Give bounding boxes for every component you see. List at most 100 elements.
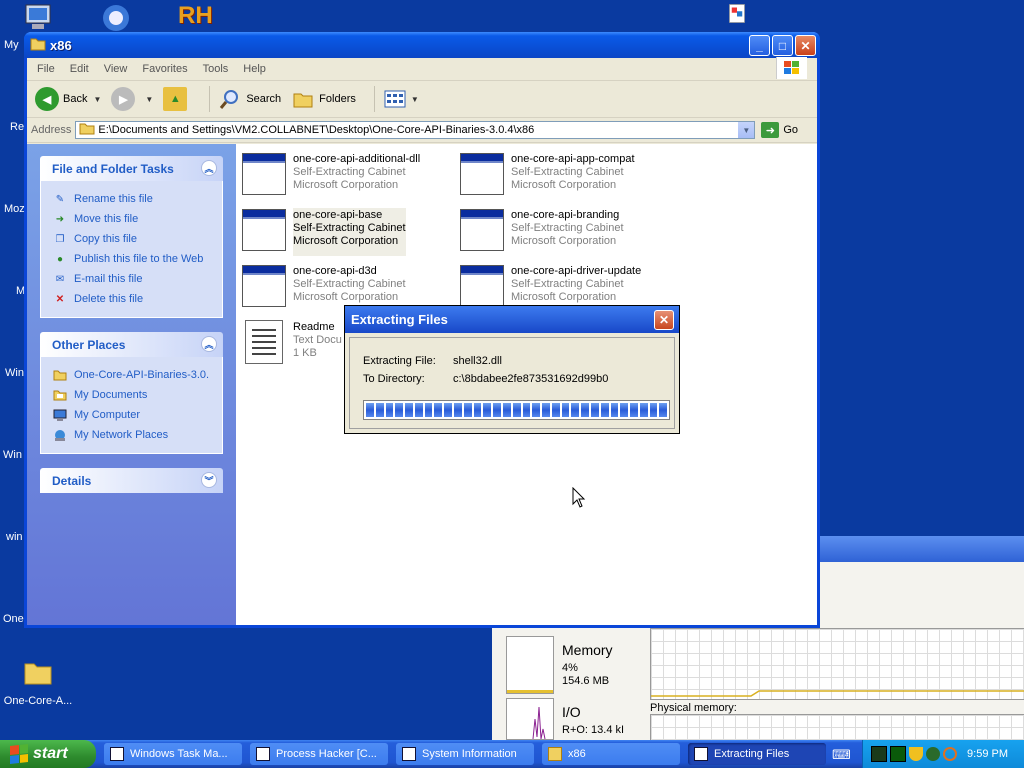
extracting-files-dialog[interactable]: Extracting Files ✕ Extracting File: shel… (344, 305, 680, 434)
office-desktop-icon[interactable] (728, 2, 752, 31)
progress-block (620, 403, 629, 417)
minimize-button[interactable]: _ (749, 35, 770, 56)
maximize-button[interactable]: □ (772, 35, 793, 56)
taskbar-button-process-hacker[interactable]: Process Hacker [C... (250, 743, 388, 765)
task-copy[interactable]: ❐ Copy this file (53, 229, 212, 249)
progress-block (512, 403, 521, 417)
file-company: Microsoft Corporation (293, 179, 399, 191)
clock: 9:59 PM (967, 748, 1008, 760)
taskbar-button-task-manager[interactable]: Windows Task Ma... (104, 743, 242, 765)
file-type: Self-Extracting Cabinet (511, 166, 624, 178)
menu-view[interactable]: View (104, 63, 128, 75)
start-button[interactable]: start (0, 740, 96, 768)
menu-favorites[interactable]: Favorites (142, 63, 187, 75)
progress-block (444, 403, 453, 417)
close-button[interactable]: ✕ (795, 35, 816, 56)
explorer-titlebar[interactable]: x86 _ □ ✕ (24, 32, 820, 58)
place-my-network[interactable]: My Network Places (53, 425, 212, 445)
file-item[interactable]: one-core-api-app-compat Self-Extracting C… (459, 152, 635, 200)
monitor-tray-icon[interactable] (871, 746, 887, 762)
one-core-folder-label: One-Core-A... (3, 695, 73, 707)
menu-help[interactable]: Help (243, 63, 266, 75)
file-company: Microsoft Corporation (293, 235, 399, 247)
mouse-cursor-icon (572, 486, 586, 512)
forward-button[interactable]: ▶ ▼ (111, 87, 153, 111)
folder-icon (79, 122, 95, 138)
views-icon (383, 87, 407, 111)
physical-memory-graph (650, 714, 1024, 742)
collapse-chevron-icon[interactable]: ︽ (201, 336, 217, 352)
desktop-edge-label: One (3, 613, 24, 625)
folders-button[interactable]: Folders (291, 87, 356, 111)
cpu-graph-tray-icon[interactable] (890, 746, 906, 762)
rh-desktop-icon[interactable]: RH (178, 2, 213, 30)
go-button[interactable]: ➜ Go (761, 122, 798, 138)
keyboard-icon[interactable]: ⌨ (832, 747, 851, 763)
search-icon (218, 87, 242, 111)
views-button[interactable]: ▼ (383, 87, 419, 111)
dialog-titlebar[interactable]: Extracting Files ✕ (345, 306, 679, 333)
shield-tray-icon[interactable] (909, 747, 923, 761)
task-move[interactable]: ➜ Move this file (53, 209, 212, 229)
taskbar-button-x86[interactable]: x86 (542, 743, 680, 765)
expand-chevron-icon[interactable]: ︾ (201, 472, 217, 488)
file-name: one-core-api-driver-update (511, 265, 642, 277)
search-button[interactable]: Search (218, 87, 281, 111)
cabinet-exe-icon (241, 264, 287, 308)
task-publish[interactable]: ● Publish this file to the Web (53, 249, 212, 269)
panel-header[interactable]: File and Folder Tasks ︽ (40, 156, 223, 181)
file-item[interactable]: one-core-api-additional-dll Self-Extracti… (241, 152, 420, 200)
task-email[interactable]: ✉ E-mail this file (53, 269, 212, 289)
panel-title: Other Places (52, 337, 126, 352)
up-folder-button[interactable]: ▲ (163, 87, 191, 111)
menubar: File Edit View Favorites Tools Help (27, 57, 817, 81)
go-label: Go (783, 124, 799, 136)
back-label: Back (63, 93, 88, 105)
address-input[interactable]: E:\Documents and Settings\VM2.COLLABNET\… (75, 121, 756, 139)
system-information-icon (402, 747, 416, 761)
chevron-down-icon[interactable]: ▼ (738, 122, 755, 138)
panel-header[interactable]: Other Places ︽ (40, 332, 223, 357)
network-tray-icon[interactable] (926, 747, 940, 761)
desktop-edge-label: My (4, 39, 19, 51)
chevron-down-icon[interactable]: ▼ (93, 95, 101, 104)
memory-history-graph (650, 628, 1024, 700)
place-my-documents[interactable]: My Documents (53, 385, 212, 405)
file-item-selected[interactable]: one-core-api-base Self-Extracting Cabinet… (241, 208, 406, 256)
task-rename[interactable]: ✎ Rename this file (53, 189, 212, 209)
chevron-down-icon[interactable]: ▼ (411, 95, 419, 104)
progress-block (493, 403, 501, 417)
progress-block (659, 403, 668, 417)
file-item[interactable]: Readme Text Docu 1 KB (241, 320, 342, 368)
menu-file[interactable]: File (37, 63, 55, 75)
menu-edit[interactable]: Edit (70, 63, 89, 75)
desktop-edge-label: Win (3, 449, 22, 461)
file-item[interactable]: one-core-api-branding Self-Extracting Cab… (459, 208, 624, 256)
file-name: one-core-api-branding (511, 209, 620, 221)
place-my-computer[interactable]: My Computer (53, 405, 212, 425)
panel-header[interactable]: Details ︾ (40, 468, 223, 493)
file-name: Readme (293, 321, 335, 333)
progress-block (571, 403, 580, 417)
collapse-chevron-icon[interactable]: ︽ (201, 160, 217, 176)
file-name: one-core-api-base (293, 209, 383, 221)
progress-block (434, 403, 443, 417)
to-directory-label: To Directory: (363, 373, 425, 385)
search-label: Search (246, 93, 282, 105)
taskbar-button-label: Process Hacker [C... (276, 748, 377, 760)
place-parent-folder[interactable]: One-Core-API-Binaries-3.0. (53, 365, 212, 385)
menu-tools[interactable]: Tools (203, 63, 229, 75)
extracting-file-value: shell32.dll (453, 355, 502, 367)
one-core-folder-desktop-icon[interactable]: One-Core-A... (2, 656, 74, 707)
desktop-edge-label: win (6, 531, 23, 543)
desktop-edge-label: Re (10, 121, 25, 133)
task-delete[interactable]: ✕ Delete this file (53, 289, 212, 309)
chevron-down-icon[interactable]: ▼ (145, 95, 153, 104)
taskbar-button-extracting-files[interactable]: Extracting Files (688, 743, 826, 765)
progress-block (639, 403, 648, 417)
back-button[interactable]: ◀ Back ▼ (35, 87, 101, 111)
search-tray-icon[interactable] (943, 747, 957, 761)
taskbar-button-system-information[interactable]: System Information (396, 743, 534, 765)
text-document-icon (245, 320, 283, 364)
dialog-close-button[interactable]: ✕ (654, 310, 674, 330)
